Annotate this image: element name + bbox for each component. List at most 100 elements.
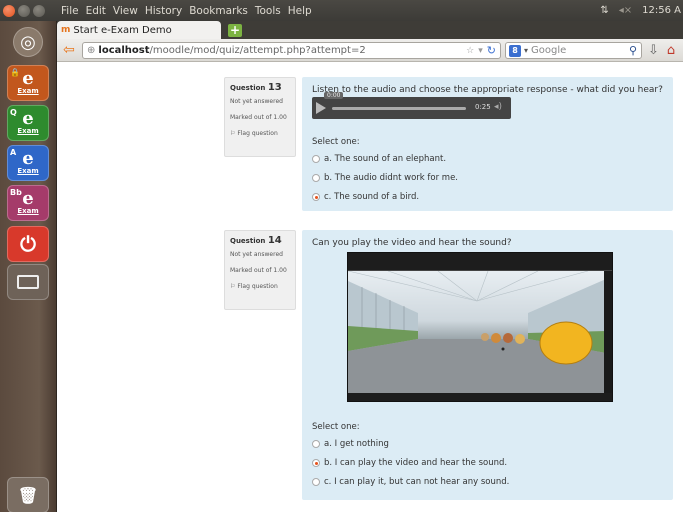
menu-file[interactable]: File bbox=[61, 5, 79, 17]
menu-view[interactable]: View bbox=[113, 5, 138, 17]
shutdown-button[interactable]: ⏻ bbox=[7, 226, 49, 262]
answer-option-c[interactable]: c. The sound of a bird. bbox=[312, 192, 419, 202]
radio-button-selected[interactable] bbox=[312, 193, 320, 201]
url-tools: ☆ ▾ ↻ bbox=[466, 43, 496, 58]
browser-tab[interactable]: m Start e-Exam Demo bbox=[57, 21, 221, 39]
answer-option-label: a. The sound of an elephant. bbox=[324, 154, 447, 164]
launcher-item-exam-4[interactable]: Bb e Exam bbox=[7, 185, 49, 221]
menu-bar: File Edit View History Bookmarks Tools H… bbox=[61, 5, 312, 17]
launcher-item-drive[interactable] bbox=[7, 264, 49, 300]
launcher-item-letter: e bbox=[22, 108, 34, 129]
menu-tools[interactable]: Tools bbox=[255, 5, 281, 17]
audio-player[interactable]: 0:00 0:25 ◂) bbox=[312, 92, 511, 119]
tab-title: Start e-Exam Demo bbox=[73, 24, 172, 36]
video-side-toolbar bbox=[604, 271, 612, 395]
answer-option-label: a. I get nothing bbox=[324, 439, 389, 449]
radio-button[interactable] bbox=[312, 155, 320, 163]
question-info-13: Question 13 Not yet answered Marked out … bbox=[224, 77, 296, 157]
launcher-item-exam-2[interactable]: Q e Exam bbox=[7, 105, 49, 141]
search-icon[interactable]: ⚲ bbox=[629, 44, 637, 57]
video-controls[interactable] bbox=[348, 393, 612, 401]
download-icon[interactable]: ⇩ bbox=[648, 43, 659, 58]
google-icon[interactable]: 8 bbox=[509, 44, 521, 57]
launcher-item-exam-1[interactable]: 🔒 e Exam bbox=[7, 65, 49, 101]
url-path: /moodle/mod/quiz/attempt.php?attempt=2 bbox=[149, 45, 366, 56]
flag-question-label: Flag question bbox=[237, 130, 278, 137]
radio-button[interactable] bbox=[312, 440, 320, 448]
answer-option-label: c. I can play it, but can not hear any s… bbox=[324, 477, 510, 487]
question-text: Can you play the video and hear the soun… bbox=[312, 238, 512, 248]
video-toolbar bbox=[348, 253, 612, 271]
launcher-item-tag: A bbox=[10, 148, 17, 157]
bookmark-star-icon[interactable]: ☆ bbox=[466, 46, 474, 56]
clock[interactable]: 12:56 A bbox=[642, 5, 681, 16]
question-label: Question bbox=[230, 84, 266, 92]
flag-question-label: Flag question bbox=[237, 283, 278, 290]
drive-icon bbox=[17, 275, 39, 289]
flag-icon: ⚐ bbox=[230, 130, 236, 137]
url-host: localhost bbox=[98, 45, 150, 56]
question-number-value: 13 bbox=[267, 82, 282, 93]
launcher-item-letter: e bbox=[22, 188, 34, 209]
video-player[interactable] bbox=[347, 252, 613, 402]
close-window-button[interactable] bbox=[3, 4, 15, 17]
radio-button[interactable] bbox=[312, 478, 320, 486]
dropdown-icon[interactable]: ▾ bbox=[478, 46, 483, 56]
menu-help[interactable]: Help bbox=[288, 5, 312, 17]
answer-option-label: b. The audio didnt work for me. bbox=[324, 173, 459, 183]
reload-icon[interactable]: ↻ bbox=[487, 44, 496, 57]
nav-extra: ⇩ ⌂ bbox=[648, 43, 675, 58]
audio-progress-track[interactable] bbox=[332, 107, 466, 110]
dash-home-button[interactable]: ◎ bbox=[13, 27, 43, 57]
radio-button-selected[interactable] bbox=[312, 459, 320, 467]
menu-bookmarks[interactable]: Bookmarks bbox=[189, 5, 248, 17]
question-number: Question 13 bbox=[230, 82, 290, 93]
video-scene-image bbox=[348, 271, 606, 395]
launcher-item-label: Exam bbox=[17, 87, 39, 95]
top-panel: File Edit View History Bookmarks Tools H… bbox=[0, 0, 683, 21]
select-one-label: Select one: bbox=[312, 137, 360, 147]
video-frame bbox=[348, 271, 606, 395]
maximize-window-button[interactable] bbox=[33, 4, 45, 17]
menu-edit[interactable]: Edit bbox=[86, 5, 106, 17]
question-status: Not yet answered bbox=[230, 98, 283, 105]
menu-history[interactable]: History bbox=[145, 5, 182, 17]
tab-bar: m Start e-Exam Demo + bbox=[57, 21, 683, 39]
launcher-item-letter: e bbox=[22, 148, 34, 169]
launcher-item-label: Exam bbox=[17, 167, 39, 175]
flag-question-link[interactable]: ⚐ Flag question bbox=[230, 283, 290, 290]
question-number: Question 14 bbox=[230, 235, 290, 246]
question-content-13: Listen to the audio and choose the appro… bbox=[302, 77, 673, 211]
play-icon[interactable] bbox=[316, 102, 326, 114]
home-icon[interactable]: ⌂ bbox=[667, 43, 675, 58]
trash-button[interactable]: 🗑 bbox=[7, 477, 49, 512]
flag-question-link[interactable]: ⚐ Flag question bbox=[230, 130, 290, 137]
answer-option-c[interactable]: c. I can play it, but can not hear any s… bbox=[312, 477, 509, 487]
volume-icon[interactable]: ◂) bbox=[494, 102, 502, 112]
question-content-14: Can you play the video and hear the soun… bbox=[302, 230, 673, 500]
answer-option-b[interactable]: b. The audio didnt work for me. bbox=[312, 173, 458, 183]
minimize-window-button[interactable] bbox=[18, 4, 30, 17]
answer-option-a[interactable]: a. The sound of an elephant. bbox=[312, 154, 446, 164]
answer-option-a[interactable]: a. I get nothing bbox=[312, 439, 389, 449]
question-number-value: 14 bbox=[267, 235, 282, 246]
flag-icon: ⚐ bbox=[230, 283, 236, 290]
volume-icon[interactable]: ◂× bbox=[619, 5, 632, 16]
answer-option-label: c. The sound of a bird. bbox=[324, 192, 420, 202]
answer-option-b[interactable]: b. I can play the video and hear the sou… bbox=[312, 458, 507, 468]
search-engine-dropdown-icon[interactable]: ▾ bbox=[524, 46, 528, 55]
back-button[interactable]: ⇦ bbox=[63, 43, 79, 58]
url-bar[interactable]: ⊕ localhost/moodle/mod/quiz/attempt.php?… bbox=[82, 42, 501, 59]
launcher-item-exam-3[interactable]: A e Exam bbox=[7, 145, 49, 181]
power-icon: ⏻ bbox=[20, 232, 36, 256]
ubuntu-logo-icon: ◎ bbox=[20, 31, 36, 53]
radio-button[interactable] bbox=[312, 174, 320, 182]
answer-option-label: b. I can play the video and hear the sou… bbox=[324, 458, 508, 468]
search-bar[interactable]: 8 ▾ Google ⚲ bbox=[505, 42, 642, 59]
audio-tooltip: 0:00 bbox=[324, 92, 344, 99]
new-tab-button[interactable]: + bbox=[228, 24, 242, 37]
site-identity-icon[interactable]: ⊕ bbox=[87, 45, 95, 56]
moodle-favicon-icon: m bbox=[61, 25, 71, 35]
launcher-item-letter: e bbox=[22, 68, 34, 89]
network-icon[interactable]: ⇅ bbox=[600, 5, 608, 16]
